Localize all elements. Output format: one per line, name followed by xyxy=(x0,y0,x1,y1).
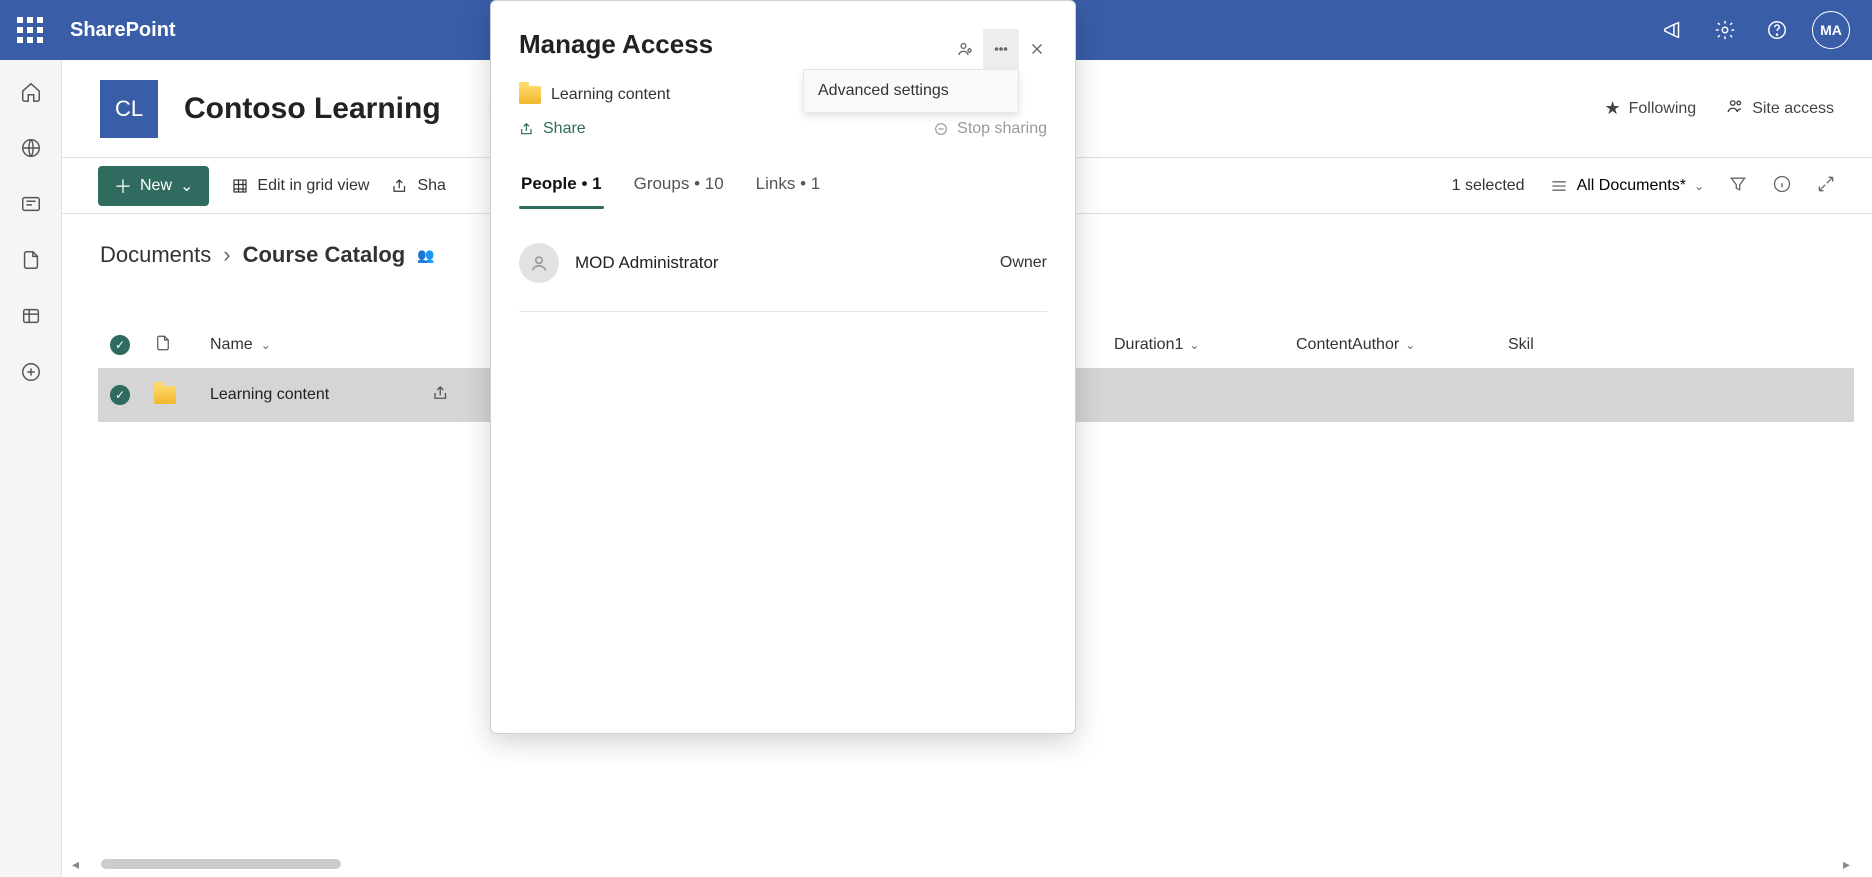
close-button[interactable] xyxy=(1019,29,1055,69)
new-button[interactable]: ＋ New ⌄ xyxy=(98,166,209,206)
chevron-right-icon: › xyxy=(223,242,230,268)
following-button[interactable]: ★ Following xyxy=(1604,97,1696,120)
column-skill[interactable]: Skil xyxy=(1508,336,1854,354)
star-icon: ★ xyxy=(1604,98,1620,119)
dialog-tabs: People • 1 Groups • 10 Links • 1 xyxy=(519,166,1047,209)
chevron-down-icon: ⌄ xyxy=(261,338,271,352)
column-skill-label: Skil xyxy=(1508,336,1534,353)
gear-icon[interactable] xyxy=(1708,13,1742,47)
view-switcher[interactable]: All Documents* ⌄ xyxy=(1549,176,1704,196)
stop-sharing-button: Stop sharing xyxy=(933,120,1047,138)
site-access-label: Site access xyxy=(1752,100,1834,118)
person-name: MOD Administrator xyxy=(575,253,719,273)
more-options-button[interactable] xyxy=(983,29,1019,69)
add-icon[interactable] xyxy=(17,358,45,386)
help-icon[interactable] xyxy=(1760,13,1794,47)
share-button[interactable]: Sha xyxy=(391,177,445,195)
dialog-share-button[interactable]: Share xyxy=(519,120,586,138)
home-icon[interactable] xyxy=(17,78,45,106)
dialog-item-name: Learning content xyxy=(551,86,670,104)
person-role: Owner xyxy=(1000,254,1047,272)
advanced-settings-label: Advanced settings xyxy=(818,82,949,100)
news-icon[interactable] xyxy=(17,190,45,218)
scroll-right-icon[interactable]: ▸ xyxy=(1839,856,1854,873)
column-name-label: Name xyxy=(210,336,253,354)
dialog-share-label: Share xyxy=(543,120,586,138)
edit-grid-button[interactable]: Edit in grid view xyxy=(231,177,369,195)
person-row[interactable]: MOD Administrator Owner xyxy=(519,243,1047,312)
person-avatar-icon xyxy=(519,243,559,283)
site-logo[interactable]: CL xyxy=(100,80,158,138)
filter-icon[interactable] xyxy=(1728,174,1748,197)
stop-sharing-label: Stop sharing xyxy=(957,120,1047,138)
column-duration[interactable]: Duration1 ⌄ xyxy=(1114,336,1284,354)
site-access-button[interactable]: Site access xyxy=(1726,97,1834,120)
expand-icon[interactable] xyxy=(1816,174,1836,197)
tab-links[interactable]: Links • 1 xyxy=(754,166,823,208)
dialog-actions-row: Share Stop sharing xyxy=(519,120,1047,138)
row-name[interactable]: Learning content xyxy=(210,386,420,404)
chevron-down-icon: ⌄ xyxy=(1694,179,1704,193)
info-icon[interactable] xyxy=(1772,174,1792,197)
view-name: All Documents* xyxy=(1577,177,1686,195)
chevron-down-icon: ⌄ xyxy=(1405,338,1415,352)
plus-icon: ＋ xyxy=(114,173,132,199)
scroll-thumb[interactable] xyxy=(101,859,341,869)
chevron-down-icon: ⌄ xyxy=(1189,338,1199,352)
command-right: 1 selected All Documents* ⌄ xyxy=(1452,174,1836,197)
edit-grid-label: Edit in grid view xyxy=(257,177,369,195)
row-share-icon[interactable] xyxy=(432,384,450,407)
people-icon xyxy=(1726,97,1744,120)
new-label: New xyxy=(140,177,172,195)
breadcrumb-current: Course Catalog xyxy=(243,242,406,268)
tab-groups[interactable]: Groups • 10 xyxy=(632,166,726,208)
site-actions: ★ Following Site access xyxy=(1604,97,1834,120)
dialog-top-actions xyxy=(947,29,1055,69)
folder-icon xyxy=(519,86,541,104)
globe-icon[interactable] xyxy=(17,134,45,162)
chevron-down-icon: ⌄ xyxy=(180,176,193,196)
column-duration-label: Duration1 xyxy=(1114,336,1183,354)
site-title: Contoso Learning xyxy=(184,92,441,126)
people-shared-icon[interactable]: 👥 xyxy=(417,247,434,264)
following-label: Following xyxy=(1629,100,1697,118)
select-all-toggle[interactable]: ✓ xyxy=(98,335,142,355)
scroll-left-icon[interactable]: ◂ xyxy=(68,856,83,873)
column-author[interactable]: ContentAuthor ⌄ xyxy=(1296,336,1496,354)
manage-access-dialog: Manage Access Advanced settings Learning… xyxy=(490,0,1076,734)
list-icon[interactable] xyxy=(17,302,45,330)
tab-people[interactable]: People • 1 xyxy=(519,166,604,208)
megaphone-icon[interactable] xyxy=(1656,13,1690,47)
horizontal-scrollbar[interactable]: ◂ ▸ xyxy=(68,857,1854,871)
folder-icon xyxy=(154,386,198,404)
breadcrumb-root[interactable]: Documents xyxy=(100,242,211,268)
user-avatar[interactable]: MA xyxy=(1812,11,1850,49)
share-label-partial: Sha xyxy=(417,177,445,195)
column-author-label: ContentAuthor xyxy=(1296,336,1399,354)
file-icon[interactable] xyxy=(17,246,45,274)
app-launcher-icon[interactable] xyxy=(8,8,52,52)
brand-label[interactable]: SharePoint xyxy=(70,19,176,42)
row-select[interactable]: ✓ xyxy=(98,385,142,405)
suite-actions: MA xyxy=(1656,11,1864,49)
type-column-icon[interactable] xyxy=(154,333,198,358)
selection-count: 1 selected xyxy=(1452,177,1525,195)
advanced-settings-menu-item[interactable]: Advanced settings xyxy=(803,69,1019,113)
left-rail xyxy=(0,60,62,877)
grant-access-icon[interactable] xyxy=(947,29,983,69)
